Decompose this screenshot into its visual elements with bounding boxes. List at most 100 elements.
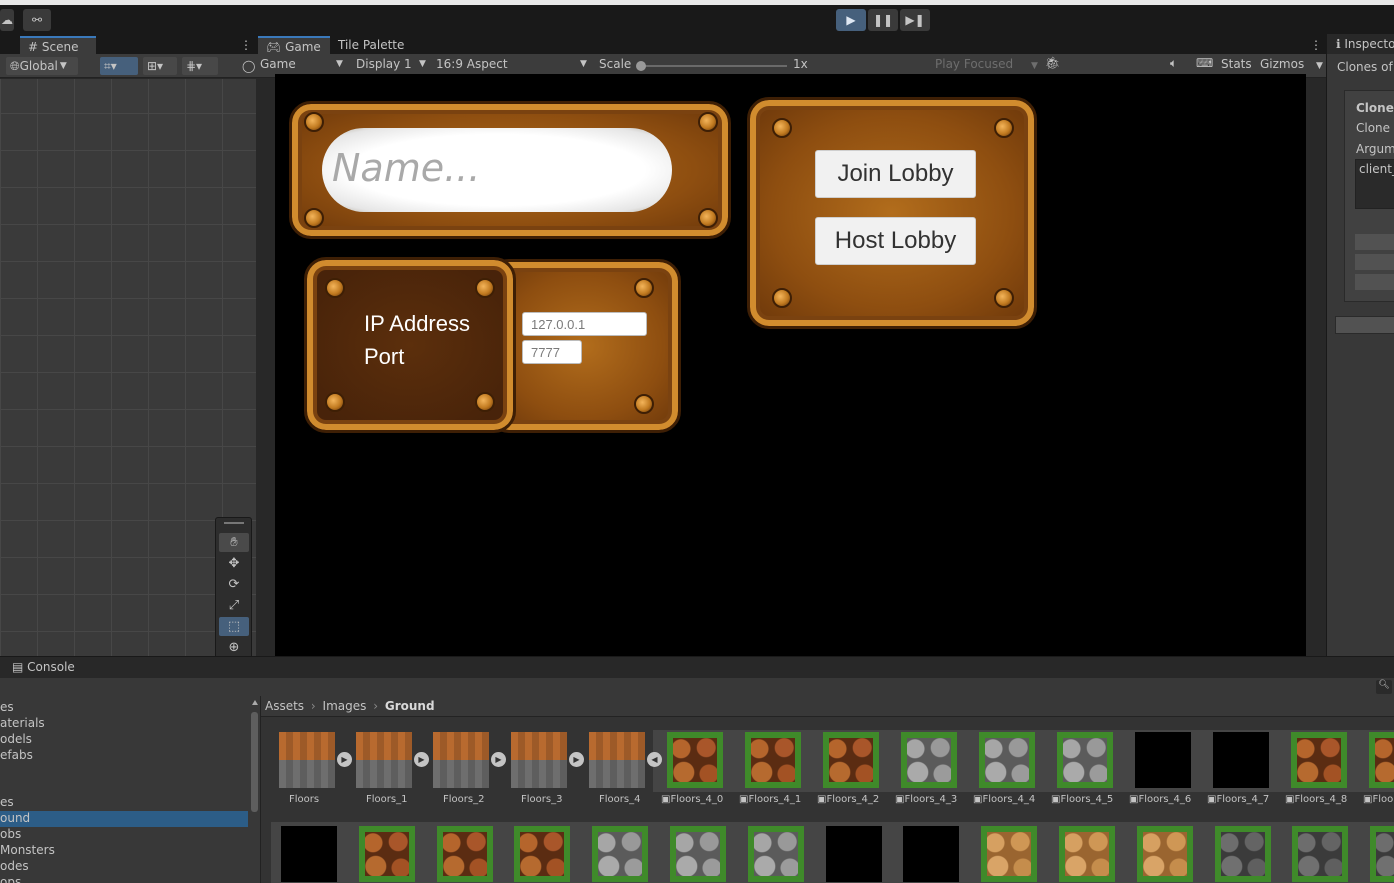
asset-thumbnail[interactable]	[1214, 826, 1271, 882]
asset-thumbnail[interactable]	[1213, 732, 1269, 788]
asset-thumbnail[interactable]	[356, 732, 412, 788]
asset-thumbnail[interactable]	[1292, 826, 1349, 882]
tree-item[interactable]: odels	[0, 732, 248, 748]
scale-tool-button[interactable]: ⤢	[219, 596, 249, 615]
inspector-button[interactable]	[1355, 254, 1394, 270]
global-toggle[interactable]: 🌐︎ Global ▼	[6, 57, 78, 75]
asset-thumbnail[interactable]	[281, 826, 337, 882]
display-select[interactable]: Display 1 ▼	[356, 57, 430, 75]
asset-thumbnail[interactable]	[823, 732, 879, 788]
asset-thumbnail[interactable]	[1370, 826, 1394, 882]
asset-thumbnail[interactable]	[436, 826, 493, 882]
tree-item[interactable]: Monsters	[0, 843, 248, 859]
name-input[interactable]: Name...	[322, 128, 672, 212]
asset-thumbnail[interactable]	[670, 826, 726, 882]
gizmos-button[interactable]: Gizmos ▼	[1260, 57, 1323, 71]
keyboard-icon[interactable]: ⌨︎	[1196, 56, 1213, 70]
expand-icon[interactable]: ▶	[569, 752, 584, 767]
tree-scrollbar[interactable]	[248, 696, 261, 883]
asset-thumbnail[interactable]	[1136, 826, 1193, 882]
asset-thumbnail[interactable]	[1135, 732, 1191, 788]
cloud-icon[interactable]: ☁	[0, 9, 14, 31]
breadcrumb-images[interactable]: Images	[323, 699, 367, 713]
asset-thumbnail[interactable]	[981, 826, 1038, 882]
tree-item[interactable]: es	[0, 700, 248, 716]
tree-item[interactable]: es	[0, 795, 248, 811]
rivet	[634, 278, 654, 298]
scale-slider-handle[interactable]	[636, 61, 646, 71]
expand-icon[interactable]: ▶	[491, 752, 506, 767]
grid-visibility-button[interactable]: ⊞▾	[143, 57, 177, 75]
tree-item[interactable]: aterials	[0, 716, 248, 732]
breadcrumb-ground[interactable]: Ground	[385, 699, 435, 713]
asset-thumbnail[interactable]	[745, 732, 801, 788]
scroll-thumb[interactable]	[251, 712, 258, 812]
add-component-button[interactable]	[1335, 316, 1394, 334]
collab-icon[interactable]: ⚯	[23, 9, 51, 31]
info-icon: ℹ︎	[1336, 37, 1341, 51]
rotate-tool-button[interactable]: ⟳	[219, 575, 249, 594]
asset-thumbnail[interactable]	[592, 826, 649, 882]
tab-tile-palette[interactable]: Tile Palette	[330, 36, 412, 54]
expand-icon[interactable]: ▶	[414, 752, 429, 767]
step-button[interactable]: ▶❚	[900, 9, 930, 31]
bug-icon[interactable]: 🐞︎	[1045, 56, 1067, 70]
asset-thumbnail[interactable]	[279, 732, 335, 788]
tree-item[interactable]: obs	[0, 827, 248, 843]
asset-thumbnail[interactable]	[433, 732, 489, 788]
tab-console[interactable]: ▤ Console	[12, 660, 75, 674]
asset-thumbnail[interactable]	[1057, 732, 1113, 788]
asset-thumbnail[interactable]	[825, 826, 882, 882]
scene-view-extra-icon[interactable]: ◯	[238, 57, 256, 75]
arguments-field[interactable]: client_	[1355, 159, 1394, 209]
tree-item[interactable]	[0, 764, 248, 780]
move-tool-button[interactable]: ✥	[219, 554, 249, 573]
aspect-select[interactable]: 16:9 Aspect ▼	[436, 57, 590, 75]
transform-tool-button[interactable]: ⊕	[219, 638, 249, 657]
increment-snap-button[interactable]: ⋕▾	[182, 57, 218, 75]
collapse-icon[interactable]: ◀	[647, 752, 662, 767]
view-select[interactable]: Game ▼	[260, 57, 348, 75]
pause-button[interactable]: ❚❚	[868, 9, 898, 31]
play-button[interactable]: ▶	[836, 9, 866, 31]
port-input[interactable]: 7777	[522, 340, 582, 364]
tree-item[interactable]: ops	[0, 875, 248, 883]
tab-scene[interactable]: # Scene	[20, 36, 96, 54]
asset-thumbnail[interactable]	[514, 826, 571, 882]
asset-thumbnail[interactable]	[511, 732, 567, 788]
asset-thumbnail[interactable]	[979, 732, 1035, 788]
asset-thumbnail[interactable]	[667, 732, 723, 788]
scroll-up-icon[interactable]	[252, 700, 258, 705]
ip-address-input[interactable]: 127.0.0.1	[522, 312, 647, 336]
expand-icon[interactable]: ▶	[337, 752, 352, 767]
asset-thumbnail[interactable]	[903, 826, 960, 882]
audio-mute-icon[interactable]: 🔈︎	[1170, 56, 1177, 71]
inspector-button[interactable]	[1355, 274, 1394, 290]
grid-snap-button[interactable]: ⌗▾	[100, 57, 138, 75]
play-focused-select[interactable]: Play Focused ▼	[935, 57, 1038, 71]
tree-item[interactable]	[0, 780, 248, 796]
hand-tool-button[interactable]: ✋︎	[219, 533, 249, 552]
asset-thumbnail[interactable]	[747, 826, 804, 882]
asset-thumbnail[interactable]	[1291, 732, 1347, 788]
chevron-down-icon: ▼	[59, 61, 67, 71]
asset-thumbnail[interactable]	[589, 732, 645, 788]
breadcrumb-assets[interactable]: Assets	[265, 699, 304, 713]
scale-slider[interactable]	[636, 61, 787, 71]
tree-item[interactable]: odes	[0, 859, 248, 875]
asset-thumbnail[interactable]	[358, 826, 415, 882]
tab-inspector[interactable]: ℹ︎ Inspecto	[1336, 37, 1394, 51]
tree-item[interactable]: efabs	[0, 748, 248, 764]
tree-item[interactable]: ound	[0, 811, 248, 828]
asset-thumbnail[interactable]	[901, 732, 957, 788]
stats-button[interactable]: Stats	[1221, 57, 1252, 71]
rect-tool-button[interactable]: ⬚	[219, 617, 249, 636]
search-icon[interactable]: 🔍︎	[1376, 680, 1392, 694]
asset-thumbnail[interactable]	[1059, 826, 1115, 882]
tab-game[interactable]: 🎮︎ Game	[258, 36, 330, 54]
inspector-button[interactable]	[1355, 234, 1394, 250]
overlay-drag-handle[interactable]	[224, 522, 244, 524]
join-lobby-button[interactable]: Join Lobby	[815, 150, 976, 198]
host-lobby-button[interactable]: Host Lobby	[815, 217, 976, 265]
asset-thumbnail[interactable]	[1369, 732, 1394, 788]
